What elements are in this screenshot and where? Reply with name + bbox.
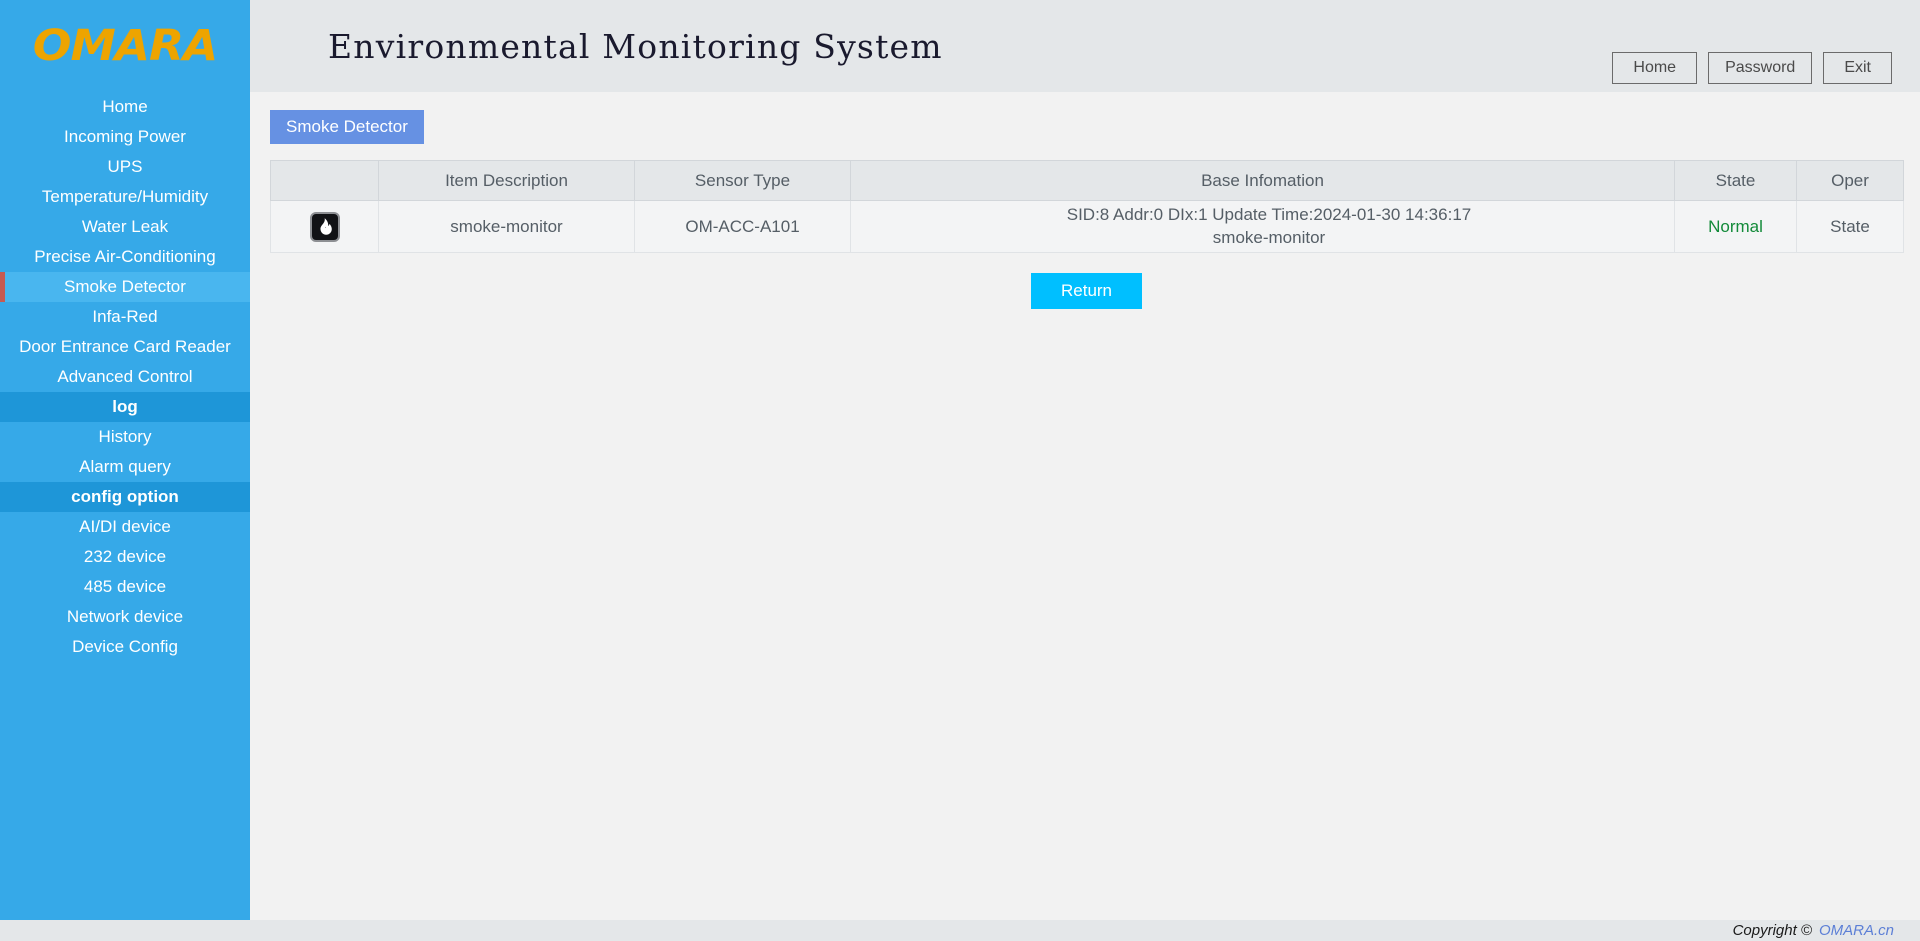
status-badge: Normal	[1708, 217, 1763, 236]
device-table: Item Description Sensor Type Base Infoma…	[270, 160, 1904, 253]
tab-bar: Smoke Detector	[270, 110, 1900, 144]
cell-base-information: SID:8 Addr:0 DIx:1 Update Time:2024-01-3…	[851, 201, 1675, 253]
omara-logo: OMARA	[33, 21, 217, 71]
return-row: Return	[270, 273, 1903, 309]
logo-container: OMARA	[0, 0, 250, 92]
password-button[interactable]: Password	[1708, 52, 1812, 84]
sidebar-item-ai-di-device[interactable]: AI/DI device	[0, 512, 250, 542]
table-header-row: Item Description Sensor Type Base Infoma…	[271, 161, 1904, 201]
cell-oper: State	[1797, 201, 1904, 253]
sidebar-item-advanced-control[interactable]: Advanced Control	[0, 362, 250, 392]
app-root: OMARA Environmental Monitoring System Ho…	[0, 0, 1920, 941]
page-title: Environmental Monitoring System	[328, 27, 943, 66]
column-header-state: State	[1675, 161, 1797, 201]
sidebar-item-history[interactable]: History	[0, 422, 250, 452]
sidebar-section-config-option: config option	[0, 482, 250, 512]
return-button[interactable]: Return	[1031, 273, 1142, 309]
tab-smoke-detector[interactable]: Smoke Detector	[270, 110, 424, 144]
sidebar-item-232-device[interactable]: 232 device	[0, 542, 250, 572]
column-header-base-information: Base Infomation	[851, 161, 1675, 201]
copyright-text: Copyright ©	[1733, 922, 1812, 939]
sidebar-item-smoke-detector[interactable]: Smoke Detector	[0, 272, 250, 302]
cell-sensor-type: OM-ACC-A101	[635, 201, 851, 253]
base-info-line-2: smoke-monitor	[865, 227, 1673, 250]
table-row: smoke-monitor OM-ACC-A101 SID:8 Addr:0 D…	[271, 201, 1904, 253]
sidebar-item-alarm-query[interactable]: Alarm query	[0, 452, 250, 482]
device-icon-cell	[271, 201, 379, 253]
base-info-line-1: SID:8 Addr:0 DIx:1 Update Time:2024-01-3…	[865, 204, 1673, 227]
app-header: OMARA Environmental Monitoring System Ho…	[0, 0, 1920, 92]
column-header-sensor-type: Sensor Type	[635, 161, 851, 201]
sidebar-item-device-config[interactable]: Device Config	[0, 632, 250, 662]
table-header: Item Description Sensor Type Base Infoma…	[271, 161, 1904, 201]
column-header-oper: Oper	[1797, 161, 1904, 201]
sidebar-item-incoming-power[interactable]: Incoming Power	[0, 122, 250, 152]
main-content: Smoke Detector Item Description Sensor T…	[250, 92, 1920, 920]
table-body: smoke-monitor OM-ACC-A101 SID:8 Addr:0 D…	[271, 201, 1904, 253]
sidebar-item-precise-air-conditioning[interactable]: Precise Air-Conditioning	[0, 242, 250, 272]
header-actions: Home Password Exit	[1612, 52, 1892, 84]
brand-link[interactable]: OMARA.cn	[1819, 922, 1894, 939]
sidebar-item-home[interactable]: Home	[0, 92, 250, 122]
app-footer: Copyright © OMARA.cn	[0, 920, 1920, 941]
column-header-icon	[271, 161, 379, 201]
sidebar-item-water-leak[interactable]: Water Leak	[0, 212, 250, 242]
exit-button[interactable]: Exit	[1823, 52, 1892, 84]
sidebar-item-door-entrance-card-reader[interactable]: Door Entrance Card Reader	[0, 332, 250, 362]
sidebar-section-log: log	[0, 392, 250, 422]
home-button[interactable]: Home	[1612, 52, 1697, 84]
sidebar-item-infa-red[interactable]: Infa-Red	[0, 302, 250, 332]
flame-icon[interactable]	[310, 212, 340, 242]
sidebar-item-network-device[interactable]: Network device	[0, 602, 250, 632]
cell-state: Normal	[1675, 201, 1797, 253]
column-header-item-description: Item Description	[379, 161, 635, 201]
state-action-link[interactable]: State	[1830, 217, 1870, 236]
cell-item-description: smoke-monitor	[379, 201, 635, 253]
sidebar-item-temperature-humidity[interactable]: Temperature/Humidity	[0, 182, 250, 212]
sidebar-item-ups[interactable]: UPS	[0, 152, 250, 182]
sidebar: HomeIncoming PowerUPSTemperature/Humidit…	[0, 92, 250, 920]
sidebar-item-485-device[interactable]: 485 device	[0, 572, 250, 602]
